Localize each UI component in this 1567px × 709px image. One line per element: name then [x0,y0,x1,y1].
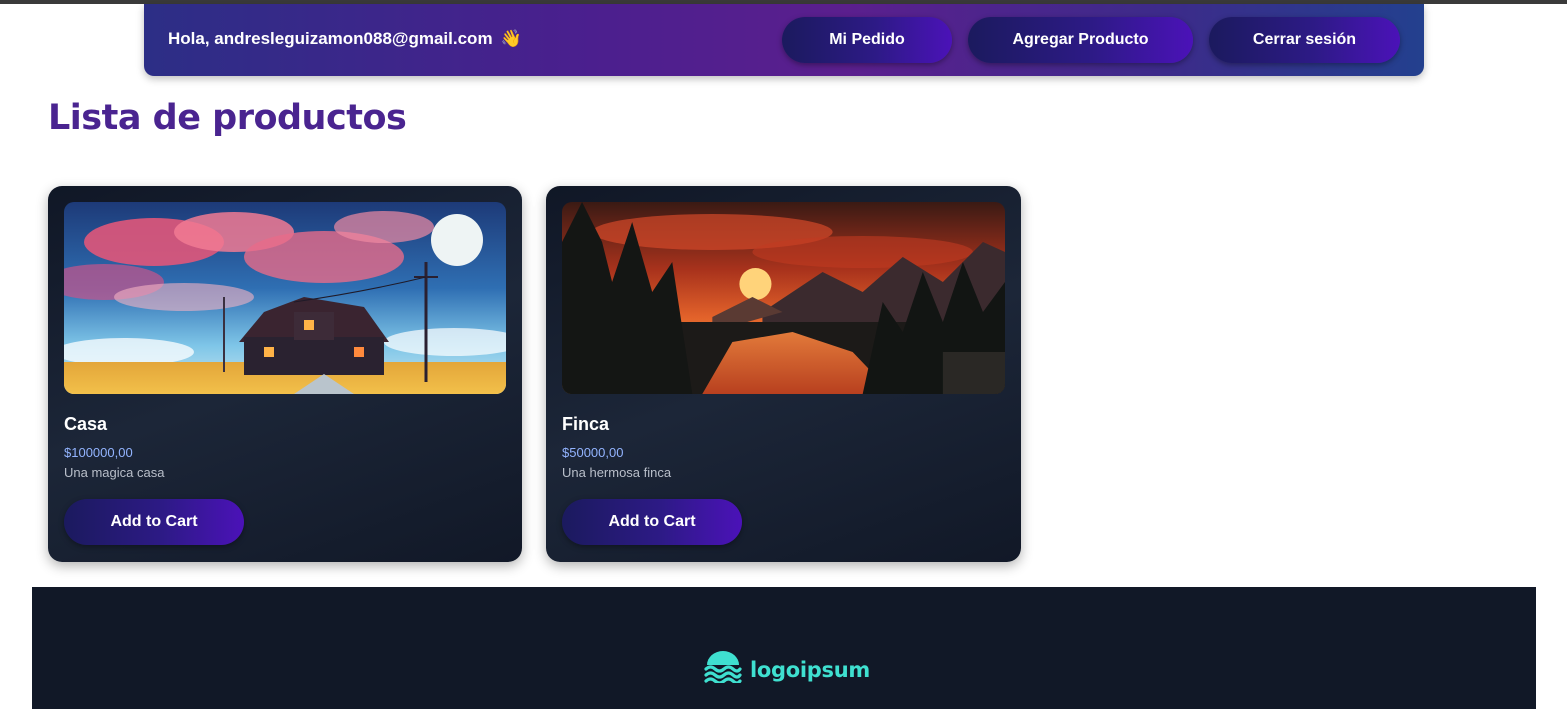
product-name: Finca [562,414,610,434]
waves-logo-icon [704,651,742,688]
pixel-art-house-image [64,202,506,394]
product-description: Una magica casa [64,465,165,480]
page-title: Lista de productos [48,98,407,138]
logout-button[interactable]: Cerrar sesión [1209,17,1400,63]
footer-logo[interactable]: logoipsum [704,651,870,688]
page-footer: logoipsum [32,587,1536,709]
product-card-finca: Finca $50000,00 Una hermosa finca Add to… [546,186,1021,562]
add-to-cart-button[interactable]: Add to Cart [64,499,244,545]
waving-hand-icon: 👋 [500,29,522,48]
add-product-button[interactable]: Agregar Producto [968,17,1193,63]
product-price: $100000,00 [64,445,133,460]
top-navbar: Hola, andresleguizamon088@gmail.com 👋 Mi … [144,4,1424,76]
add-to-cart-button[interactable]: Add to Cart [562,499,742,545]
logo-text: logoipsum [750,657,870,682]
user-greeting: Hola, andresleguizamon088@gmail.com 👋 [168,29,522,49]
product-card-casa: Casa $100000,00 Una magica casa Add to C… [48,186,522,562]
product-price: $50000,00 [562,445,624,460]
greeting-text: Hola, andresleguizamon088@gmail.com [168,29,493,48]
product-description: Una hermosa finca [562,465,672,480]
pixel-art-forest-river-image [562,202,1005,394]
product-name: Casa [64,414,108,434]
my-order-button[interactable]: Mi Pedido [782,17,952,63]
